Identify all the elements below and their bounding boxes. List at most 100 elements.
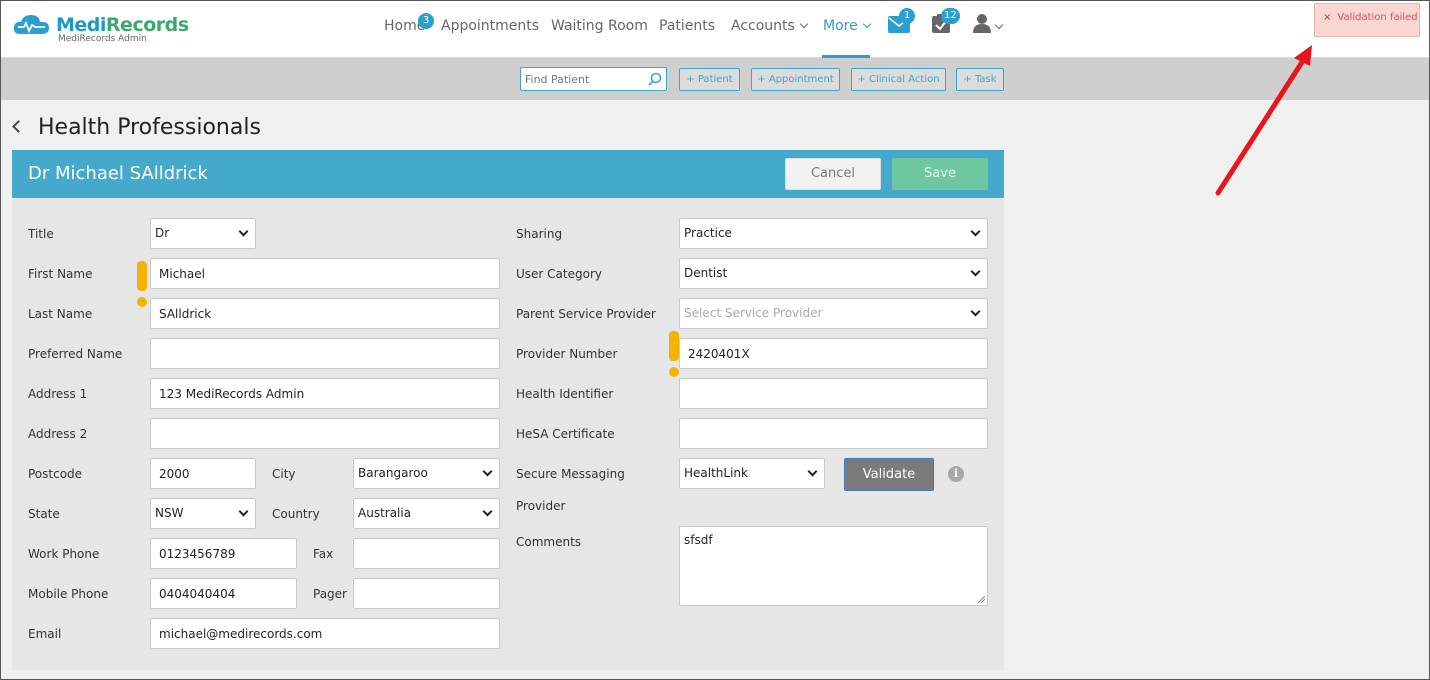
city-select[interactable]: Barangaroo	[353, 458, 500, 489]
sharing-label: Sharing	[516, 227, 563, 241]
pager-field[interactable]	[353, 578, 500, 609]
work-phone-field[interactable]: 0123456789	[150, 538, 297, 569]
secure-messaging-select[interactable]: HealthLink	[679, 458, 825, 489]
comments-value: sfsdf	[684, 533, 713, 547]
find-patient-box[interactable]	[520, 67, 667, 91]
nav-patients[interactable]: Patients	[659, 18, 715, 34]
state-label: State	[28, 507, 60, 521]
chevron-down-icon	[238, 506, 249, 517]
add-clinical-action-button[interactable]: + Clinical Action	[851, 68, 946, 91]
nav-accounts-label: Accounts	[731, 18, 795, 34]
state-select[interactable]: NSW	[150, 498, 256, 529]
preferred-name-label: Preferred Name	[28, 347, 123, 361]
tasks-badge: 12	[941, 8, 960, 24]
chevron-down-icon	[482, 506, 493, 517]
nav-waiting-room[interactable]: Waiting Room	[551, 18, 648, 34]
last-name-field[interactable]: SAlldrick	[150, 298, 500, 329]
toast-message: Validation failed	[1337, 12, 1418, 23]
city-label: City	[272, 467, 296, 481]
secure-messaging-select-value: HealthLink	[684, 466, 748, 480]
address2-label: Address 2	[28, 427, 88, 441]
home-badge: 3	[418, 13, 434, 29]
nav-accounts[interactable]: Accounts	[731, 18, 809, 34]
first-name-label: First Name	[28, 267, 93, 281]
nav-more-label: More	[823, 18, 858, 34]
title-select-value: Dr	[155, 226, 170, 240]
add-appointment-button[interactable]: + Appointment	[751, 68, 840, 91]
pager-label: Pager	[313, 587, 347, 601]
user-category-label: User Category	[516, 267, 602, 281]
mail-badge: 1	[899, 8, 915, 24]
mobile-phone-label: Mobile Phone	[28, 587, 109, 601]
hesa-certificate-field[interactable]	[679, 418, 988, 449]
secure-messaging-label: Secure Messaging	[516, 467, 625, 481]
fax-label: Fax	[313, 547, 334, 561]
validation-toast: × Validation failed	[1314, 3, 1420, 37]
provider-number-field[interactable]: 2420401X	[679, 338, 988, 369]
info-icon[interactable]: i	[948, 466, 964, 482]
cloud-logo-icon	[13, 15, 49, 34]
chevron-down-icon	[238, 226, 249, 237]
cancel-button[interactable]: Cancel	[785, 158, 881, 190]
chevron-down-icon	[970, 306, 981, 317]
validate-button[interactable]: Validate	[844, 458, 934, 491]
chevron-down-icon	[807, 466, 818, 477]
professional-name: Dr Michael SAlldrick	[28, 163, 208, 184]
mobile-phone-field[interactable]: 0404040404	[150, 578, 297, 609]
close-icon[interactable]: ×	[1323, 12, 1331, 23]
title-select[interactable]: Dr	[150, 218, 256, 249]
page-title: Health Professionals	[38, 115, 261, 140]
chevron-down-icon[interactable]	[994, 20, 1004, 30]
chevron-down-icon	[970, 266, 981, 277]
email-field[interactable]: michael@medirecords.com	[150, 618, 500, 649]
chevron-down-icon	[799, 19, 809, 29]
save-button[interactable]: Save	[892, 158, 988, 190]
brand-name-records: Records	[105, 14, 189, 36]
fax-field[interactable]	[353, 538, 500, 569]
add-patient-button[interactable]: + Patient	[679, 68, 740, 91]
search-icon[interactable]	[648, 72, 662, 86]
preferred-name-field[interactable]	[150, 338, 500, 369]
parent-service-provider-select[interactable]: Select Service Provider	[679, 298, 988, 329]
email-label: Email	[28, 627, 62, 641]
brand-logo[interactable]: MediRecords MediRecords Admin	[12, 12, 189, 46]
brand-name-medi: Medi	[56, 14, 106, 36]
chevron-down-icon	[862, 19, 871, 29]
nav-more[interactable]: More	[823, 18, 871, 34]
sharing-select[interactable]: Practice	[679, 218, 988, 249]
parent-service-provider-label: Parent Service Provider	[516, 307, 656, 321]
provider-number-label: Provider Number	[516, 347, 618, 361]
annotation-arrow-icon	[1215, 45, 1312, 196]
user-category-select-value: Dentist	[684, 266, 728, 280]
user-category-select[interactable]: Dentist	[679, 258, 988, 289]
resize-handle-icon[interactable]	[977, 595, 985, 603]
state-select-value: NSW	[155, 506, 184, 520]
chevron-down-icon	[482, 466, 493, 477]
user-avatar-icon[interactable]	[973, 13, 991, 33]
city-select-value: Barangaroo	[358, 466, 428, 480]
comments-textarea[interactable]: sfsdf	[679, 526, 988, 606]
postcode-field[interactable]: 2000	[150, 458, 256, 489]
brand-subtitle: MediRecords Admin	[58, 34, 147, 44]
brand-name: MediRecords	[56, 14, 189, 36]
parent-service-provider-placeholder: Select Service Provider	[684, 306, 823, 320]
chevron-down-icon	[970, 226, 981, 237]
panel-header: Dr Michael SAlldrick Cancel Save	[12, 150, 1004, 198]
add-task-button[interactable]: + Task	[956, 68, 1004, 91]
last-name-label: Last Name	[28, 307, 93, 321]
hesa-certificate-label: HeSA Certificate	[516, 427, 615, 441]
nav-appointments[interactable]: Appointments	[441, 18, 539, 34]
find-patient-input[interactable]	[521, 68, 641, 90]
back-chevron-icon[interactable]	[12, 120, 25, 133]
address1-field[interactable]: 123 MediRecords Admin	[150, 378, 500, 409]
first-name-field[interactable]: Michael	[150, 258, 500, 289]
address1-label: Address 1	[28, 387, 88, 401]
comments-label: Comments	[516, 535, 582, 549]
title-label: Title	[28, 227, 54, 241]
sharing-select-value: Practice	[684, 226, 732, 240]
health-identifier-field[interactable]	[679, 378, 988, 409]
work-phone-label: Work Phone	[28, 547, 100, 561]
country-select[interactable]: Australia	[353, 498, 500, 529]
address2-field[interactable]	[150, 418, 500, 449]
provider-label: Provider	[516, 499, 566, 513]
